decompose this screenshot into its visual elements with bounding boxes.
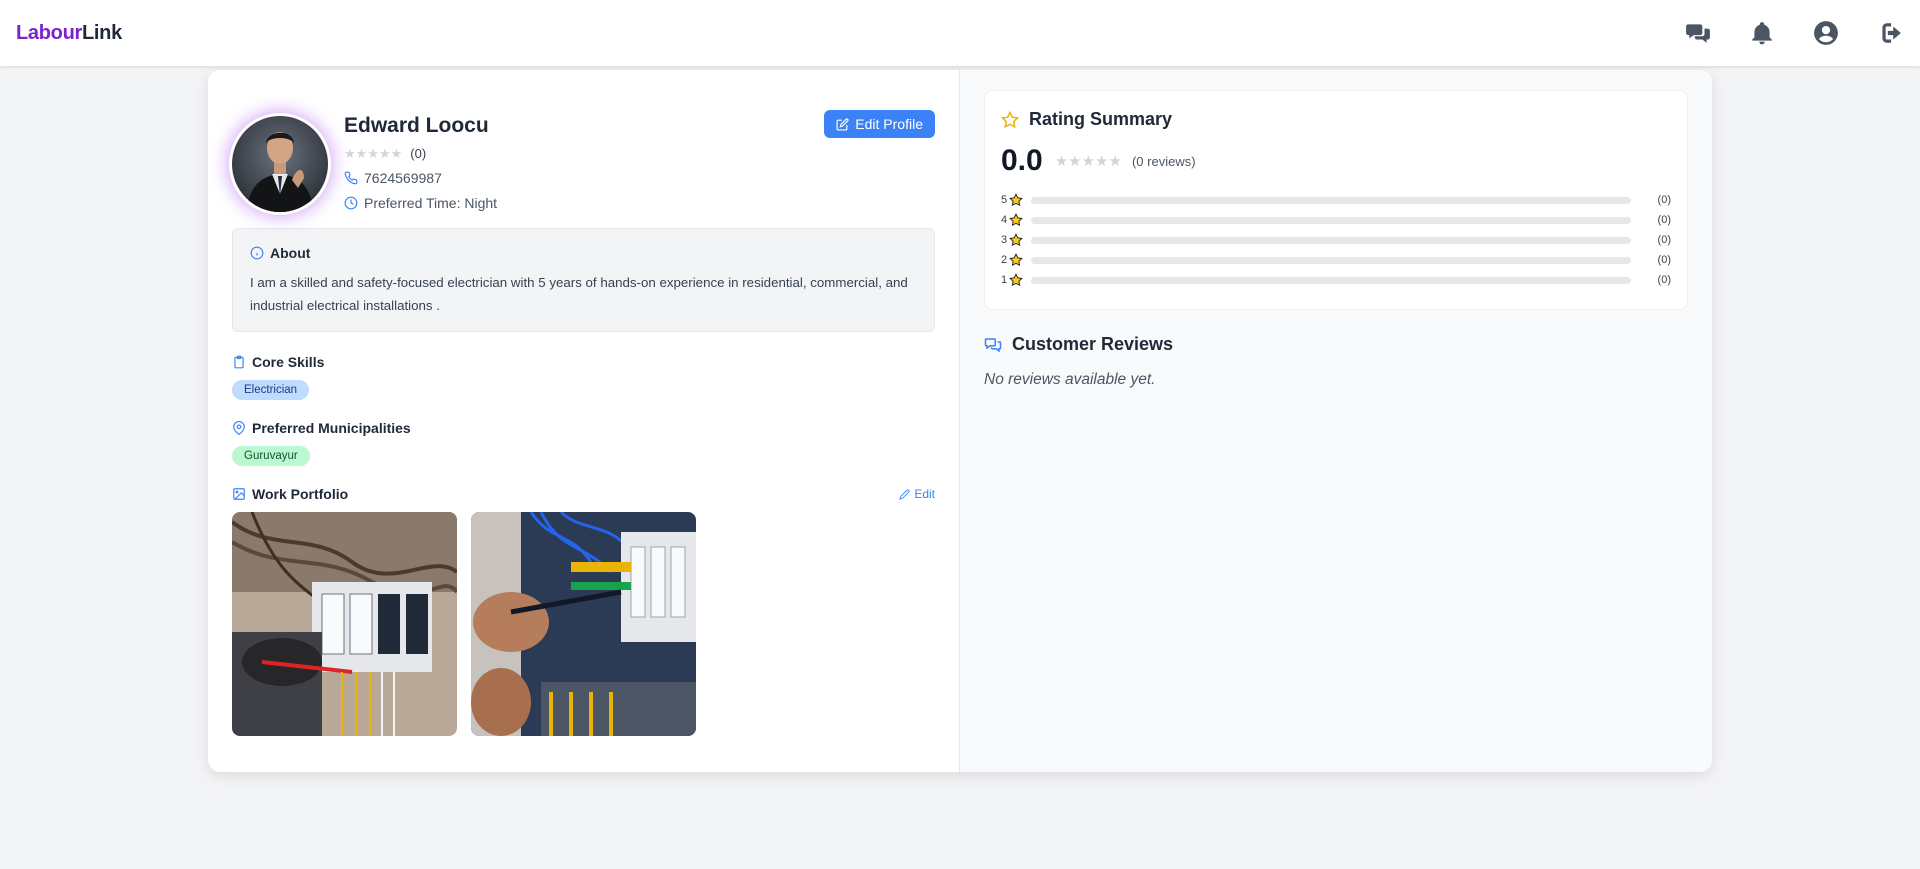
core-skills-section: Core Skills Electrician — [232, 354, 935, 400]
circuit-breaker-screwdriver-photo — [471, 512, 696, 736]
portfolio-gallery — [232, 512, 935, 736]
logout-icon[interactable] — [1876, 19, 1904, 47]
star-filled-icon — [1009, 193, 1023, 207]
edit-profile-label: Edit Profile — [855, 116, 923, 132]
map-pin-icon — [233, 421, 245, 435]
about-section: About I am a skilled and safety-focused … — [232, 228, 935, 332]
nav-icon-group — [1684, 19, 1904, 47]
rating-summary-title: Rating Summary — [1029, 109, 1173, 129]
star-filled-icon — [1009, 213, 1023, 227]
municipality-tag: Guruvayur — [232, 446, 310, 466]
profile-header: Edward Loocu ★★★★★ (0) 7624569987 Prefer… — [232, 90, 935, 226]
profile-rating: ★★★★★ (0) — [344, 145, 497, 161]
brand-logo[interactable]: LabourLink — [16, 22, 122, 45]
profile-phone: 7624569987 — [364, 169, 442, 186]
bell-icon[interactable] — [1748, 19, 1776, 47]
rating-bar-row: 3 (0) — [1001, 230, 1671, 250]
portfolio-title-row: Work Portfolio — [232, 486, 348, 502]
image-icon — [233, 488, 245, 500]
chat-icon[interactable] — [1684, 19, 1712, 47]
customer-reviews-section: Customer Reviews No reviews available ye… — [984, 334, 1688, 389]
rating-breakdown: 5 (0) 4 (0) 3 (0) 2 (0) 1 (0) — [1001, 190, 1671, 290]
portfolio-photo-2[interactable] — [471, 512, 696, 736]
profile-right-panel: Rating Summary 0.0 ★★★★★ (0 reviews) 5 (0… — [960, 70, 1712, 772]
no-reviews-text: No reviews available yet. — [984, 371, 1156, 388]
star-outline-icon — [1001, 110, 1019, 128]
rating-bar-track — [1031, 196, 1631, 204]
rating-summary-title-row: Rating Summary — [1001, 109, 1671, 130]
about-title: About — [270, 245, 311, 261]
municipalities-title-row: Preferred Municipalities — [232, 420, 935, 436]
rating-bar-stars: 3 — [1001, 234, 1008, 246]
edit-profile-button[interactable]: Edit Profile — [824, 110, 935, 138]
rating-bar-track — [1031, 256, 1631, 264]
profile-info: Edward Loocu ★★★★★ (0) 7624569987 Prefer… — [344, 113, 497, 211]
clipboard-icon — [234, 355, 244, 369]
portfolio-header: Work Portfolio Edit — [232, 486, 935, 502]
score-stars-icon: ★★★★★ — [1054, 153, 1122, 170]
brand-logo-part2: Link — [81, 21, 122, 44]
average-score: 0.0 — [1001, 144, 1043, 177]
portfolio-photo-1[interactable] — [232, 512, 457, 736]
profile-card: Edward Loocu ★★★★★ (0) 7624569987 Prefer… — [208, 70, 1712, 772]
profile-preferred-time: Preferred Time: Night — [364, 194, 498, 211]
portfolio-edit-link[interactable]: Edit — [899, 487, 935, 501]
customer-reviews-title-row: Customer Reviews — [984, 334, 1688, 355]
profile-rating-count: (0) — [410, 145, 427, 161]
star-filled-icon — [1009, 253, 1023, 267]
rating-bar-stars: 5 — [1001, 194, 1008, 206]
rating-bar-row: 2 (0) — [1001, 250, 1671, 270]
brand-logo-part1: Labour — [16, 21, 82, 44]
edit-icon — [836, 117, 849, 131]
rating-bar-stars: 4 — [1001, 214, 1008, 226]
avatar — [232, 116, 328, 212]
profile-name: Edward Loocu — [344, 114, 489, 137]
user-circle-icon[interactable] — [1812, 19, 1840, 47]
phone-icon — [344, 171, 358, 184]
rating-bar-stars: 2 — [1001, 254, 1008, 266]
portfolio-title: Work Portfolio — [252, 486, 349, 502]
electrical-panel-wiring-photo — [232, 512, 457, 736]
rating-bar-track — [1031, 236, 1631, 244]
profile-left-panel: Edward Loocu ★★★★★ (0) 7624569987 Prefer… — [208, 70, 960, 772]
comments-icon — [984, 337, 1002, 352]
portfolio-edit-label: Edit — [914, 487, 935, 501]
score-row: 0.0 ★★★★★ (0 reviews) — [1001, 144, 1671, 178]
about-title-row: About — [250, 245, 918, 261]
rating-bar-row: 1 (0) — [1001, 270, 1671, 290]
rating-bar-count: (0) — [1657, 234, 1671, 246]
rating-bar-count: (0) — [1657, 254, 1671, 266]
municipalities-section: Preferred Municipalities Guruvayur — [232, 420, 935, 466]
rating-bar-count: (0) — [1657, 274, 1671, 286]
rating-bar-track — [1031, 276, 1631, 284]
rating-bar-stars: 1 — [1001, 274, 1008, 286]
skill-tag: Electrician — [232, 380, 310, 400]
municipalities-title: Preferred Municipalities — [252, 420, 411, 436]
profile-time-row: Preferred Time: Night — [344, 194, 497, 211]
reviews-count: (0 reviews) — [1131, 153, 1196, 169]
rating-bar-track — [1031, 216, 1631, 224]
core-skills-title-row: Core Skills — [232, 354, 935, 370]
clock-icon — [344, 196, 358, 209]
rating-stars-icon: ★★★★★ — [344, 145, 403, 161]
pencil-icon — [899, 489, 910, 500]
info-icon — [250, 246, 264, 260]
about-text: I am a skilled and safety-focused electr… — [250, 275, 908, 313]
core-skills-title: Core Skills — [252, 354, 325, 370]
profile-phone-row: 7624569987 — [344, 169, 497, 186]
top-navbar: LabourLink — [0, 0, 1920, 66]
rating-bar-count: (0) — [1657, 194, 1671, 206]
rating-bar-row: 4 (0) — [1001, 210, 1671, 230]
star-filled-icon — [1009, 233, 1023, 247]
customer-reviews-title: Customer Reviews — [1012, 334, 1174, 354]
work-portfolio-section: Work Portfolio Edit — [232, 486, 935, 736]
star-filled-icon — [1009, 273, 1023, 287]
avatar-photo — [232, 116, 328, 212]
rating-bar-count: (0) — [1657, 214, 1671, 226]
rating-bar-row: 5 (0) — [1001, 190, 1671, 210]
rating-summary-card: Rating Summary 0.0 ★★★★★ (0 reviews) 5 (0… — [984, 90, 1688, 310]
